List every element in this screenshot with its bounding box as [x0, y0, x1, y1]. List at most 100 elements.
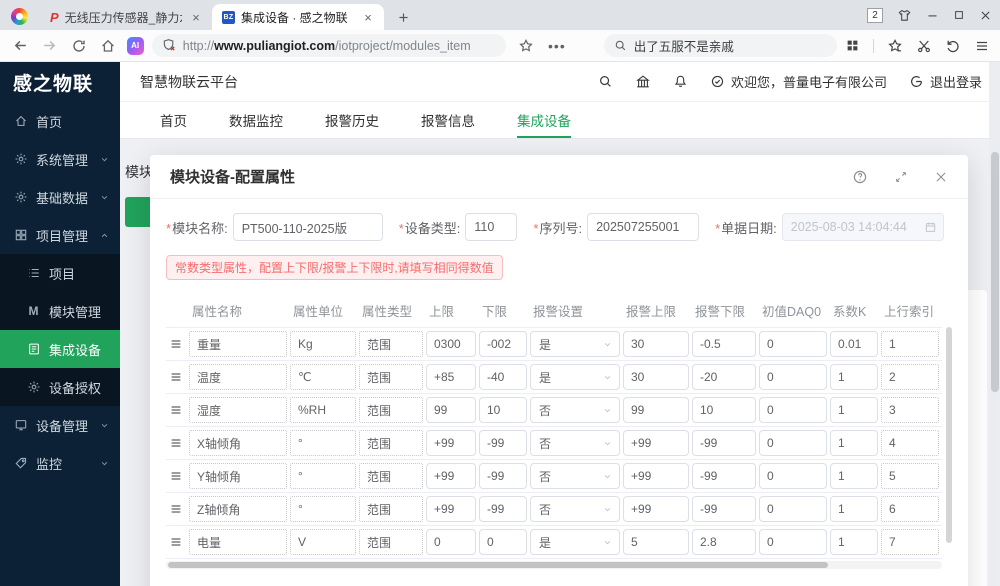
drag-handle-icon[interactable] [166, 403, 186, 417]
lower-limit-input[interactable] [479, 331, 527, 357]
coef-k-input[interactable] [830, 397, 878, 423]
alarm-lower-input[interactable] [692, 397, 756, 423]
page-tab-首页[interactable]: 首页 [160, 102, 187, 138]
field-input[interactable] [781, 213, 944, 241]
bank-icon[interactable] [635, 74, 651, 90]
sidebar-item-项目管理[interactable]: 项目管理 [0, 216, 120, 254]
field-input[interactable] [232, 213, 383, 241]
field-input[interactable] [465, 213, 518, 241]
forward-icon[interactable] [39, 37, 60, 54]
attr-unit-input[interactable] [290, 529, 356, 555]
shield-insecure-icon[interactable] [162, 38, 177, 53]
fullscreen-icon[interactable] [894, 170, 908, 184]
sidebar-item-集成设备[interactable]: 集成设备 [0, 330, 120, 368]
attr-type-input[interactable] [359, 331, 423, 357]
alarm-setting-select[interactable]: 是 [530, 529, 620, 555]
init-daq0-input[interactable] [759, 397, 827, 423]
alarm-setting-select[interactable]: 否 [530, 397, 620, 423]
alarm-setting-select[interactable]: 是 [530, 331, 620, 357]
table-horizontal-scrollbar[interactable] [166, 561, 942, 569]
alarm-lower-input[interactable] [692, 331, 756, 357]
alarm-lower-input[interactable] [692, 463, 756, 489]
bookmark-star-icon[interactable] [518, 38, 534, 54]
lower-limit-input[interactable] [479, 529, 527, 555]
ai-assistant-icon[interactable]: AI [126, 36, 144, 55]
attr-unit-input[interactable] [290, 496, 356, 522]
init-daq0-input[interactable] [759, 463, 827, 489]
drag-handle-icon[interactable] [166, 370, 186, 384]
coef-k-input[interactable] [830, 463, 878, 489]
alarm-lower-input[interactable] [692, 364, 756, 390]
alarm-upper-input[interactable] [623, 463, 689, 489]
page-tab-数据监控[interactable]: 数据监控 [229, 102, 283, 138]
coef-k-input[interactable] [830, 364, 878, 390]
search-box[interactable]: 出了五服不是亲戚 [603, 34, 837, 57]
address-bar[interactable]: http://www.puliangiot.com/iotproject/mod… [151, 34, 507, 57]
attr-name-input[interactable] [189, 364, 287, 390]
minimize-icon[interactable] [926, 9, 939, 22]
alarm-upper-input[interactable] [623, 496, 689, 522]
sidebar-item-基础数据[interactable]: 基础数据 [0, 178, 120, 216]
tab-count-badge[interactable]: 2 [867, 7, 883, 23]
lower-limit-input[interactable] [479, 496, 527, 522]
alarm-upper-input[interactable] [623, 430, 689, 456]
sidebar-item-模块管理[interactable]: M 模块管理 [0, 292, 120, 330]
init-daq0-input[interactable] [759, 364, 827, 390]
upper-limit-input[interactable] [426, 331, 476, 357]
init-daq0-input[interactable] [759, 331, 827, 357]
alarm-lower-input[interactable] [692, 496, 756, 522]
back-icon[interactable] [10, 37, 31, 54]
tab-close-icon[interactable]: × [188, 9, 204, 25]
upper-limit-input[interactable] [426, 496, 476, 522]
bell-icon[interactable] [673, 74, 688, 89]
up-index-input[interactable] [881, 430, 939, 456]
attr-unit-input[interactable] [290, 430, 356, 456]
upper-limit-input[interactable] [426, 364, 476, 390]
lower-limit-input[interactable] [479, 364, 527, 390]
attr-name-input[interactable] [189, 430, 287, 456]
upper-limit-input[interactable] [426, 397, 476, 423]
alarm-upper-input[interactable] [623, 529, 689, 555]
browser-tab-1[interactable]: BZ 集成设备 · 感之物联 × [212, 4, 384, 30]
up-index-input[interactable] [881, 496, 939, 522]
page-scrollbar[interactable] [989, 62, 1000, 586]
alarm-upper-input[interactable] [623, 364, 689, 390]
sidebar-item-设备授权[interactable]: 设备授权 [0, 368, 120, 406]
reload-icon[interactable] [68, 38, 89, 54]
coef-k-input[interactable] [830, 331, 878, 357]
drag-handle-icon[interactable] [166, 469, 186, 483]
alarm-setting-select[interactable]: 否 [530, 496, 620, 522]
home-icon[interactable] [97, 38, 118, 54]
scissors-icon[interactable] [916, 38, 932, 54]
attr-type-input[interactable] [359, 529, 423, 555]
alarm-lower-input[interactable] [692, 529, 756, 555]
attr-name-input[interactable] [189, 463, 287, 489]
table-vertical-scrollbar[interactable] [946, 327, 952, 559]
attr-name-input[interactable] [189, 529, 287, 555]
sidebar-item-项目[interactable]: 项目 [0, 254, 120, 292]
alarm-setting-select[interactable]: 是 [530, 364, 620, 390]
close-modal-icon[interactable] [934, 170, 948, 184]
attr-type-input[interactable] [359, 496, 423, 522]
attr-type-input[interactable] [359, 463, 423, 489]
init-daq0-input[interactable] [759, 496, 827, 522]
coef-k-input[interactable] [830, 529, 878, 555]
lower-limit-input[interactable] [479, 463, 527, 489]
page-tab-报警历史[interactable]: 报警历史 [325, 102, 379, 138]
help-icon[interactable] [852, 169, 868, 185]
attr-type-input[interactable] [359, 397, 423, 423]
attr-unit-input[interactable] [290, 463, 356, 489]
attr-name-input[interactable] [189, 331, 287, 357]
alarm-setting-select[interactable]: 否 [530, 463, 620, 489]
field-input[interactable] [587, 213, 700, 241]
page-tab-集成设备[interactable]: 集成设备 [517, 102, 571, 138]
up-index-input[interactable] [881, 331, 939, 357]
apps-grid-icon[interactable] [845, 38, 860, 53]
new-tab-button[interactable] [390, 4, 416, 30]
welcome-account[interactable]: 欢迎您，普量电子有限公司 [710, 72, 887, 91]
attr-type-input[interactable] [359, 364, 423, 390]
attr-unit-input[interactable] [290, 397, 356, 423]
up-index-input[interactable] [881, 397, 939, 423]
drag-handle-icon[interactable] [166, 436, 186, 450]
drag-handle-icon[interactable] [166, 502, 186, 516]
